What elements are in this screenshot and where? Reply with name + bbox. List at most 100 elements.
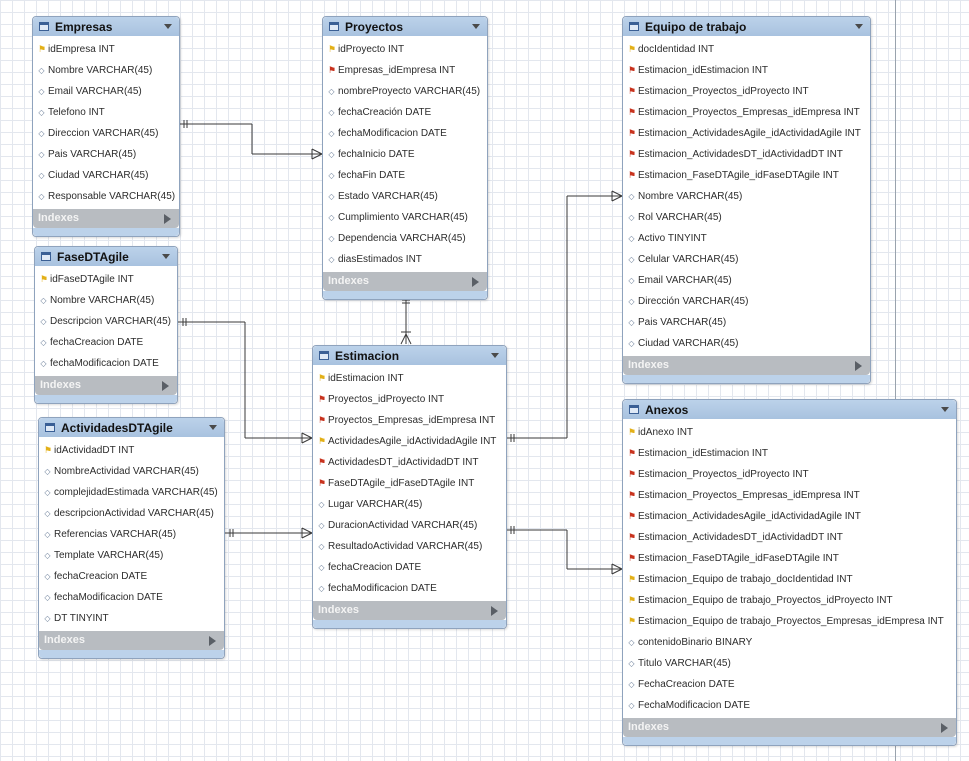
indexes-section[interactable]: Indexes [35, 376, 177, 395]
table-proyectos[interactable]: Proyectos ⚑ idProyecto INT ⚑ Empresas_idEmp… [322, 16, 488, 300]
table-header[interactable]: ActividadesDTAgile [39, 418, 224, 437]
column-row[interactable]: ◇ Direccion VARCHAR(45) [33, 123, 179, 144]
collapse-arrow-icon[interactable] [941, 407, 949, 412]
column-row[interactable]: ⚑ Estimacion_Equipo de trabajo_docIdentid… [623, 569, 956, 590]
column-row[interactable]: ◇ fechaCreacion DATE [39, 566, 224, 587]
column-row[interactable]: ◇ fechaInicio DATE [323, 144, 487, 165]
expand-arrow-icon[interactable] [162, 381, 169, 391]
column-row[interactable]: ⚑ Estimacion_idEstimacion INT [623, 443, 956, 464]
column-row[interactable]: ◇ Titulo VARCHAR(45) [623, 653, 956, 674]
collapse-arrow-icon[interactable] [855, 24, 863, 29]
column-row[interactable]: ◇ Pais VARCHAR(45) [33, 144, 179, 165]
column-row[interactable]: ◇ Cumplimiento VARCHAR(45) [323, 207, 487, 228]
column-row[interactable]: ◇ NombreActividad VARCHAR(45) [39, 461, 224, 482]
table-header[interactable]: Proyectos [323, 17, 487, 36]
column-row[interactable]: ⚑ Estimacion_Proyectos_idProyecto INT [623, 464, 956, 485]
column-row[interactable]: ◇ diasEstimados INT [323, 249, 487, 270]
column-row[interactable]: ◇ fechaCreación DATE [323, 102, 487, 123]
column-row[interactable]: ◇ fechaModificacion DATE [35, 353, 177, 374]
column-row[interactable]: ⚑ idEmpresa INT [33, 39, 179, 60]
column-row[interactable]: ⚑ idAnexo INT [623, 422, 956, 443]
column-row[interactable]: ◇ Pais VARCHAR(45) [623, 312, 870, 333]
indexes-section[interactable]: Indexes [313, 601, 506, 620]
column-row[interactable]: ◇ descripcionActividad VARCHAR(45) [39, 503, 224, 524]
indexes-section[interactable]: Indexes [623, 718, 956, 737]
expand-arrow-icon[interactable] [472, 277, 479, 287]
column-row[interactable]: ◇ Celular VARCHAR(45) [623, 249, 870, 270]
table-header[interactable]: Estimacion [313, 346, 506, 365]
column-row[interactable]: ⚑ idEstimacion INT [313, 368, 506, 389]
collapse-arrow-icon[interactable] [164, 24, 172, 29]
column-row[interactable]: ◇ Activo TINYINT [623, 228, 870, 249]
expand-arrow-icon[interactable] [164, 214, 171, 224]
table-estimacion[interactable]: Estimacion ⚑ idEstimacion INT ⚑ Proyectos_i… [312, 345, 507, 629]
column-row[interactable]: ◇ Dependencia VARCHAR(45) [323, 228, 487, 249]
column-row[interactable]: ⚑ Estimacion_FaseDTAgile_idFaseDTAgile IN… [623, 165, 870, 186]
indexes-section[interactable]: Indexes [623, 356, 870, 375]
column-row[interactable]: ⚑ Estimacion_ActividadesDT_idActividadDT … [623, 527, 956, 548]
column-row[interactable]: ⚑ Estimacion_ActividadesAgile_idActividad… [623, 123, 870, 144]
column-row[interactable]: ◇ Email VARCHAR(45) [33, 81, 179, 102]
column-row[interactable]: ⚑ docIdentidad INT [623, 39, 870, 60]
column-row[interactable]: ◇ ResultadoActividad VARCHAR(45) [313, 536, 506, 557]
column-row[interactable]: ◇ nombreProyecto VARCHAR(45) [323, 81, 487, 102]
column-row[interactable]: ⚑ ActividadesDT_idActividadDT INT [313, 452, 506, 473]
column-row[interactable]: ◇ Email VARCHAR(45) [623, 270, 870, 291]
column-row[interactable]: ⚑ ActividadesAgile_idActividadAgile INT [313, 431, 506, 452]
column-row[interactable]: ◇ FechaModificacion DATE [623, 695, 956, 716]
expand-arrow-icon[interactable] [855, 361, 862, 371]
column-row[interactable]: ⚑ Estimacion_ActividadesDT_idActividadDT … [623, 144, 870, 165]
column-row[interactable]: ◇ Rol VARCHAR(45) [623, 207, 870, 228]
column-row[interactable]: ⚑ Estimacion_Proyectos_Empresas_idEmpresa… [623, 485, 956, 506]
collapse-arrow-icon[interactable] [209, 425, 217, 430]
column-row[interactable]: ◇ Nombre VARCHAR(45) [33, 60, 179, 81]
column-row[interactable]: ◇ Nombre VARCHAR(45) [35, 290, 177, 311]
column-row[interactable]: ⚑ Proyectos_Empresas_idEmpresa INT [313, 410, 506, 431]
column-row[interactable]: ⚑ Proyectos_idProyecto INT [313, 389, 506, 410]
column-row[interactable]: ⚑ Estimacion_Equipo de trabajo_Proyectos_… [623, 611, 956, 632]
table-header[interactable]: Anexos [623, 400, 956, 419]
table-actividadesdtagile[interactable]: ActividadesDTAgile ⚑ idActividadDT INT ◇ No… [38, 417, 225, 659]
column-row[interactable]: ◇ fechaModificacion DATE [323, 123, 487, 144]
column-row[interactable]: ◇ DuracionActividad VARCHAR(45) [313, 515, 506, 536]
column-row[interactable]: ◇ FechaCreacion DATE [623, 674, 956, 695]
expand-arrow-icon[interactable] [209, 636, 216, 646]
column-row[interactable]: ◇ fechaFin DATE [323, 165, 487, 186]
table-header[interactable]: Empresas [33, 17, 179, 36]
table-equipo-de-trabajo[interactable]: Equipo de trabajo ⚑ docIdentidad INT ⚑ Esti… [622, 16, 871, 384]
column-row[interactable]: ◇ DT TINYINT [39, 608, 224, 629]
indexes-section[interactable]: Indexes [39, 631, 224, 650]
column-row[interactable]: ◇ Ciudad VARCHAR(45) [33, 165, 179, 186]
column-row[interactable]: ⚑ Estimacion_ActividadesAgile_idActividad… [623, 506, 956, 527]
column-row[interactable]: ⚑ Estimacion_Proyectos_Empresas_idEmpresa… [623, 102, 870, 123]
column-row[interactable]: ◇ Template VARCHAR(45) [39, 545, 224, 566]
expand-arrow-icon[interactable] [941, 723, 948, 733]
collapse-arrow-icon[interactable] [491, 353, 499, 358]
column-row[interactable]: ◇ Nombre VARCHAR(45) [623, 186, 870, 207]
column-row[interactable]: ⚑ FaseDTAgile_idFaseDTAgile INT [313, 473, 506, 494]
column-row[interactable]: ◇ Referencias VARCHAR(45) [39, 524, 224, 545]
column-row[interactable]: ◇ Dirección VARCHAR(45) [623, 291, 870, 312]
expand-arrow-icon[interactable] [491, 606, 498, 616]
column-row[interactable]: ◇ fechaCreacion DATE [35, 332, 177, 353]
indexes-section[interactable]: Indexes [33, 209, 179, 228]
column-row[interactable]: ⚑ Empresas_idEmpresa INT [323, 60, 487, 81]
column-row[interactable]: ◇ contenidoBinario BINARY [623, 632, 956, 653]
column-row[interactable]: ⚑ idActividadDT INT [39, 440, 224, 461]
column-row[interactable]: ◇ fechaCreacion DATE [313, 557, 506, 578]
column-row[interactable]: ⚑ idFaseDTAgile INT [35, 269, 177, 290]
table-header[interactable]: Equipo de trabajo [623, 17, 870, 36]
table-anexos[interactable]: Anexos ⚑ idAnexo INT ⚑ Estimacion_idEstimac… [622, 399, 957, 746]
table-header[interactable]: FaseDTAgile [35, 247, 177, 266]
column-row[interactable]: ⚑ Estimacion_Equipo de trabajo_Proyectos_… [623, 590, 956, 611]
column-row[interactable]: ◇ Descripcion VARCHAR(45) [35, 311, 177, 332]
column-row[interactable]: ◇ Responsable VARCHAR(45) [33, 186, 179, 207]
column-row[interactable]: ◇ Lugar VARCHAR(45) [313, 494, 506, 515]
column-row[interactable]: ◇ Telefono INT [33, 102, 179, 123]
column-row[interactable]: ⚑ Estimacion_FaseDTAgile_idFaseDTAgile IN… [623, 548, 956, 569]
column-row[interactable]: ⚑ Estimacion_idEstimacion INT [623, 60, 870, 81]
column-row[interactable]: ⚑ idProyecto INT [323, 39, 487, 60]
table-fasedtagile[interactable]: FaseDTAgile ⚑ idFaseDTAgile INT ◇ Nombre VA… [34, 246, 178, 404]
column-row[interactable]: ◇ complejidadEstimada VARCHAR(45) [39, 482, 224, 503]
indexes-section[interactable]: Indexes [323, 272, 487, 291]
